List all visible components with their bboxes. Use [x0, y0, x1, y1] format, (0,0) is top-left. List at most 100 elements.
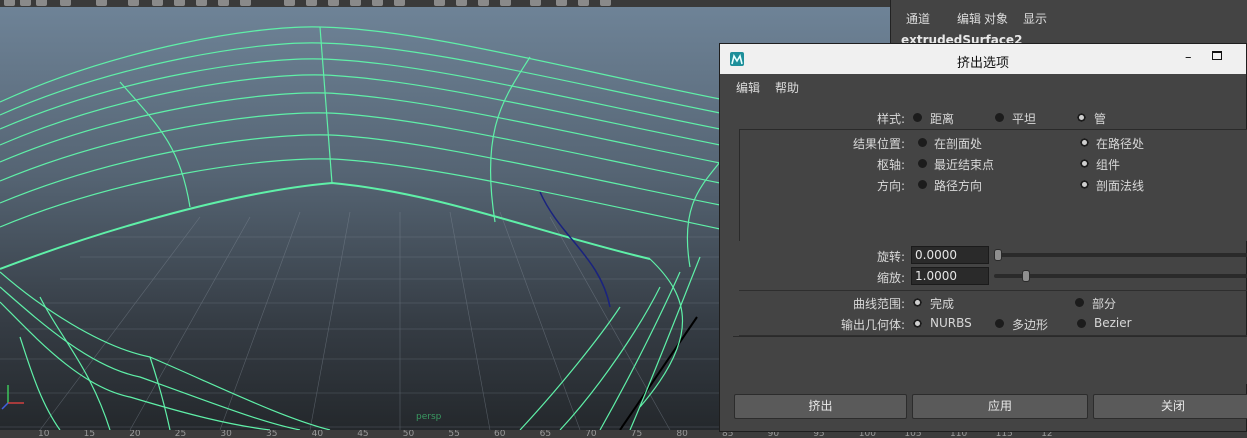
scale-slider-thumb[interactable] — [1021, 270, 1030, 282]
curve-range-complete-radio[interactable] — [913, 298, 922, 307]
viewport-label: persp — [416, 412, 442, 422]
pivot-row: 枢轴: 最近结束点 组件 — [740, 156, 1247, 172]
channel-box-menubar: 通道 编辑 对象 显示 — [891, 0, 1247, 30]
ruler-tick-label: 80 — [676, 430, 688, 438]
divider — [739, 290, 1247, 291]
shelf-tool-icon[interactable] — [196, 0, 207, 6]
shelf-tool-icon[interactable] — [36, 0, 47, 6]
shelf-tool-icon[interactable] — [456, 0, 467, 6]
pivot-component-radio[interactable] — [1080, 159, 1089, 168]
maximize-button[interactable] — [1212, 51, 1222, 60]
shelf-tool-icon[interactable] — [240, 0, 251, 6]
extrude-path-curve[interactable] — [539, 191, 611, 308]
shelf-tool-icon[interactable] — [20, 0, 31, 6]
shelf-tool-icon[interactable] — [328, 0, 339, 6]
shelf-tool-icon[interactable] — [306, 0, 317, 6]
shelf-tool-icon[interactable] — [556, 0, 567, 6]
result-position-row: 结果位置: 在剖面处 在路径处 — [740, 135, 1247, 151]
result-at-profile-option[interactable]: 在剖面处 — [934, 135, 982, 152]
grid-axis-line — [619, 316, 698, 430]
shelf-tool-icon[interactable] — [500, 0, 511, 6]
shelf-tool-icon[interactable] — [218, 0, 229, 6]
shelf-tool-icon[interactable] — [174, 0, 185, 6]
shelf-tool-icon[interactable] — [60, 0, 71, 6]
shelf-tool-icon[interactable] — [394, 0, 405, 6]
shelf-tool-icon[interactable] — [152, 0, 163, 6]
close-button[interactable]: 关闭 — [1093, 394, 1247, 419]
output-bezier-radio[interactable] — [1077, 319, 1086, 328]
output-geometry-row: 输出几何体: NURBS 多边形 Bezier — [720, 316, 1247, 332]
style-flat-option[interactable]: 平坦 — [1012, 110, 1036, 127]
rotation-label: 旋转: — [876, 250, 905, 264]
pivot-closest-end-option[interactable]: 最近结束点 — [934, 156, 994, 173]
orientation-profile-normal-option[interactable]: 剖面法线 — [1096, 177, 1144, 194]
style-distance-radio[interactable] — [913, 113, 922, 122]
ruler-tick-label: 30 — [220, 430, 232, 438]
shelf-tool-icon[interactable] — [96, 0, 107, 6]
menu-display[interactable]: 显示 — [1023, 10, 1047, 27]
shelf-tool-icon[interactable] — [600, 0, 611, 6]
minimize-button[interactable]: – — [1185, 50, 1192, 65]
ruler-tick-label: 35 — [266, 430, 278, 438]
shelf-tool-icon[interactable] — [434, 0, 445, 6]
ruler-tick-label: 75 — [630, 430, 643, 438]
shelf-tool-icon[interactable] — [578, 0, 589, 6]
rotation-slider-track[interactable] — [994, 253, 1247, 257]
ruler-tick-label: 10 — [38, 430, 50, 438]
orientation-profile-normal-radio[interactable] — [1080, 180, 1089, 189]
extruded-surface-wireframe[interactable] — [0, 26, 721, 430]
dialog-title: 挤出选项 — [956, 56, 1009, 71]
ruler-tick-label: 50 — [402, 430, 415, 438]
orientation-path-option[interactable]: 路径方向 — [934, 177, 982, 194]
shelf-tool-icon[interactable] — [284, 0, 295, 6]
output-polygon-option[interactable]: 多边形 — [1012, 316, 1048, 333]
menu-edit[interactable]: 编辑 — [957, 10, 981, 27]
shelf-tool-icon[interactable] — [478, 0, 489, 6]
ruler-tick-label: 65 — [539, 430, 552, 438]
ground-grid — [0, 211, 720, 430]
menu-edit[interactable]: 编辑 — [736, 79, 760, 96]
ruler-tick-label: 15 — [83, 430, 96, 438]
menu-help[interactable]: 帮助 — [775, 79, 799, 96]
curve-range-row: 曲线范围: 完成 部分 — [720, 295, 1247, 311]
ruler-tick-label: 20 — [129, 430, 141, 438]
shelf-tool-icon[interactable] — [372, 0, 383, 6]
shelf-tool-icon[interactable] — [350, 0, 361, 6]
dialog-titlebar[interactable]: 挤出选项 – — [720, 44, 1246, 74]
style-tube-option[interactable]: 管 — [1094, 110, 1106, 127]
shelf-tool-icon[interactable] — [4, 0, 15, 6]
curve-range-partial-option[interactable]: 部分 — [1092, 295, 1116, 312]
pivot-component-option[interactable]: 组件 — [1096, 156, 1120, 173]
axis-gizmo — [1, 385, 24, 410]
shelf-tool-icon[interactable] — [530, 0, 541, 6]
curve-range-complete-option[interactable]: 完成 — [930, 295, 954, 312]
style-distance-option[interactable]: 距离 — [930, 110, 954, 127]
pivot-label: 枢轴: — [876, 158, 905, 172]
output-nurbs-radio[interactable] — [913, 319, 922, 328]
extrude-options-dialog: 挤出选项 – 编辑 帮助 样式: 距离 平坦 管 结果位置: 在剖面处 在路径处… — [719, 43, 1247, 432]
output-nurbs-option[interactable]: NURBS — [930, 316, 972, 330]
scale-slider-track[interactable] — [994, 274, 1247, 278]
rotation-input[interactable]: 0.0000 — [911, 246, 989, 264]
result-at-path-option[interactable]: 在路径处 — [1096, 135, 1144, 152]
apply-button[interactable]: 应用 — [912, 394, 1088, 419]
output-bezier-option[interactable]: Bezier — [1094, 316, 1132, 330]
pivot-closest-end-radio[interactable] — [918, 159, 927, 168]
rotation-slider-thumb[interactable] — [994, 249, 1002, 261]
style-tube-radio[interactable] — [1077, 113, 1086, 122]
extrude-button[interactable]: 挤出 — [734, 394, 907, 419]
style-label: 样式: — [876, 112, 905, 126]
output-polygon-radio[interactable] — [995, 319, 1004, 328]
menu-object[interactable]: 对象 — [984, 10, 1008, 27]
ruler-tick-label: 55 — [448, 430, 460, 438]
style-flat-radio[interactable] — [995, 113, 1004, 122]
curve-range-partial-radio[interactable] — [1075, 298, 1084, 307]
ruler-tick-label: 70 — [585, 430, 597, 438]
menu-channels[interactable]: 通道 — [906, 10, 930, 27]
orientation-path-radio[interactable] — [918, 180, 927, 189]
output-geometry-label: 输出几何体: — [840, 318, 905, 332]
shelf-tool-icon[interactable] — [128, 0, 139, 6]
result-at-path-radio[interactable] — [1080, 138, 1089, 147]
result-at-profile-radio[interactable] — [918, 138, 927, 147]
scale-input[interactable]: 1.0000 — [911, 267, 989, 285]
